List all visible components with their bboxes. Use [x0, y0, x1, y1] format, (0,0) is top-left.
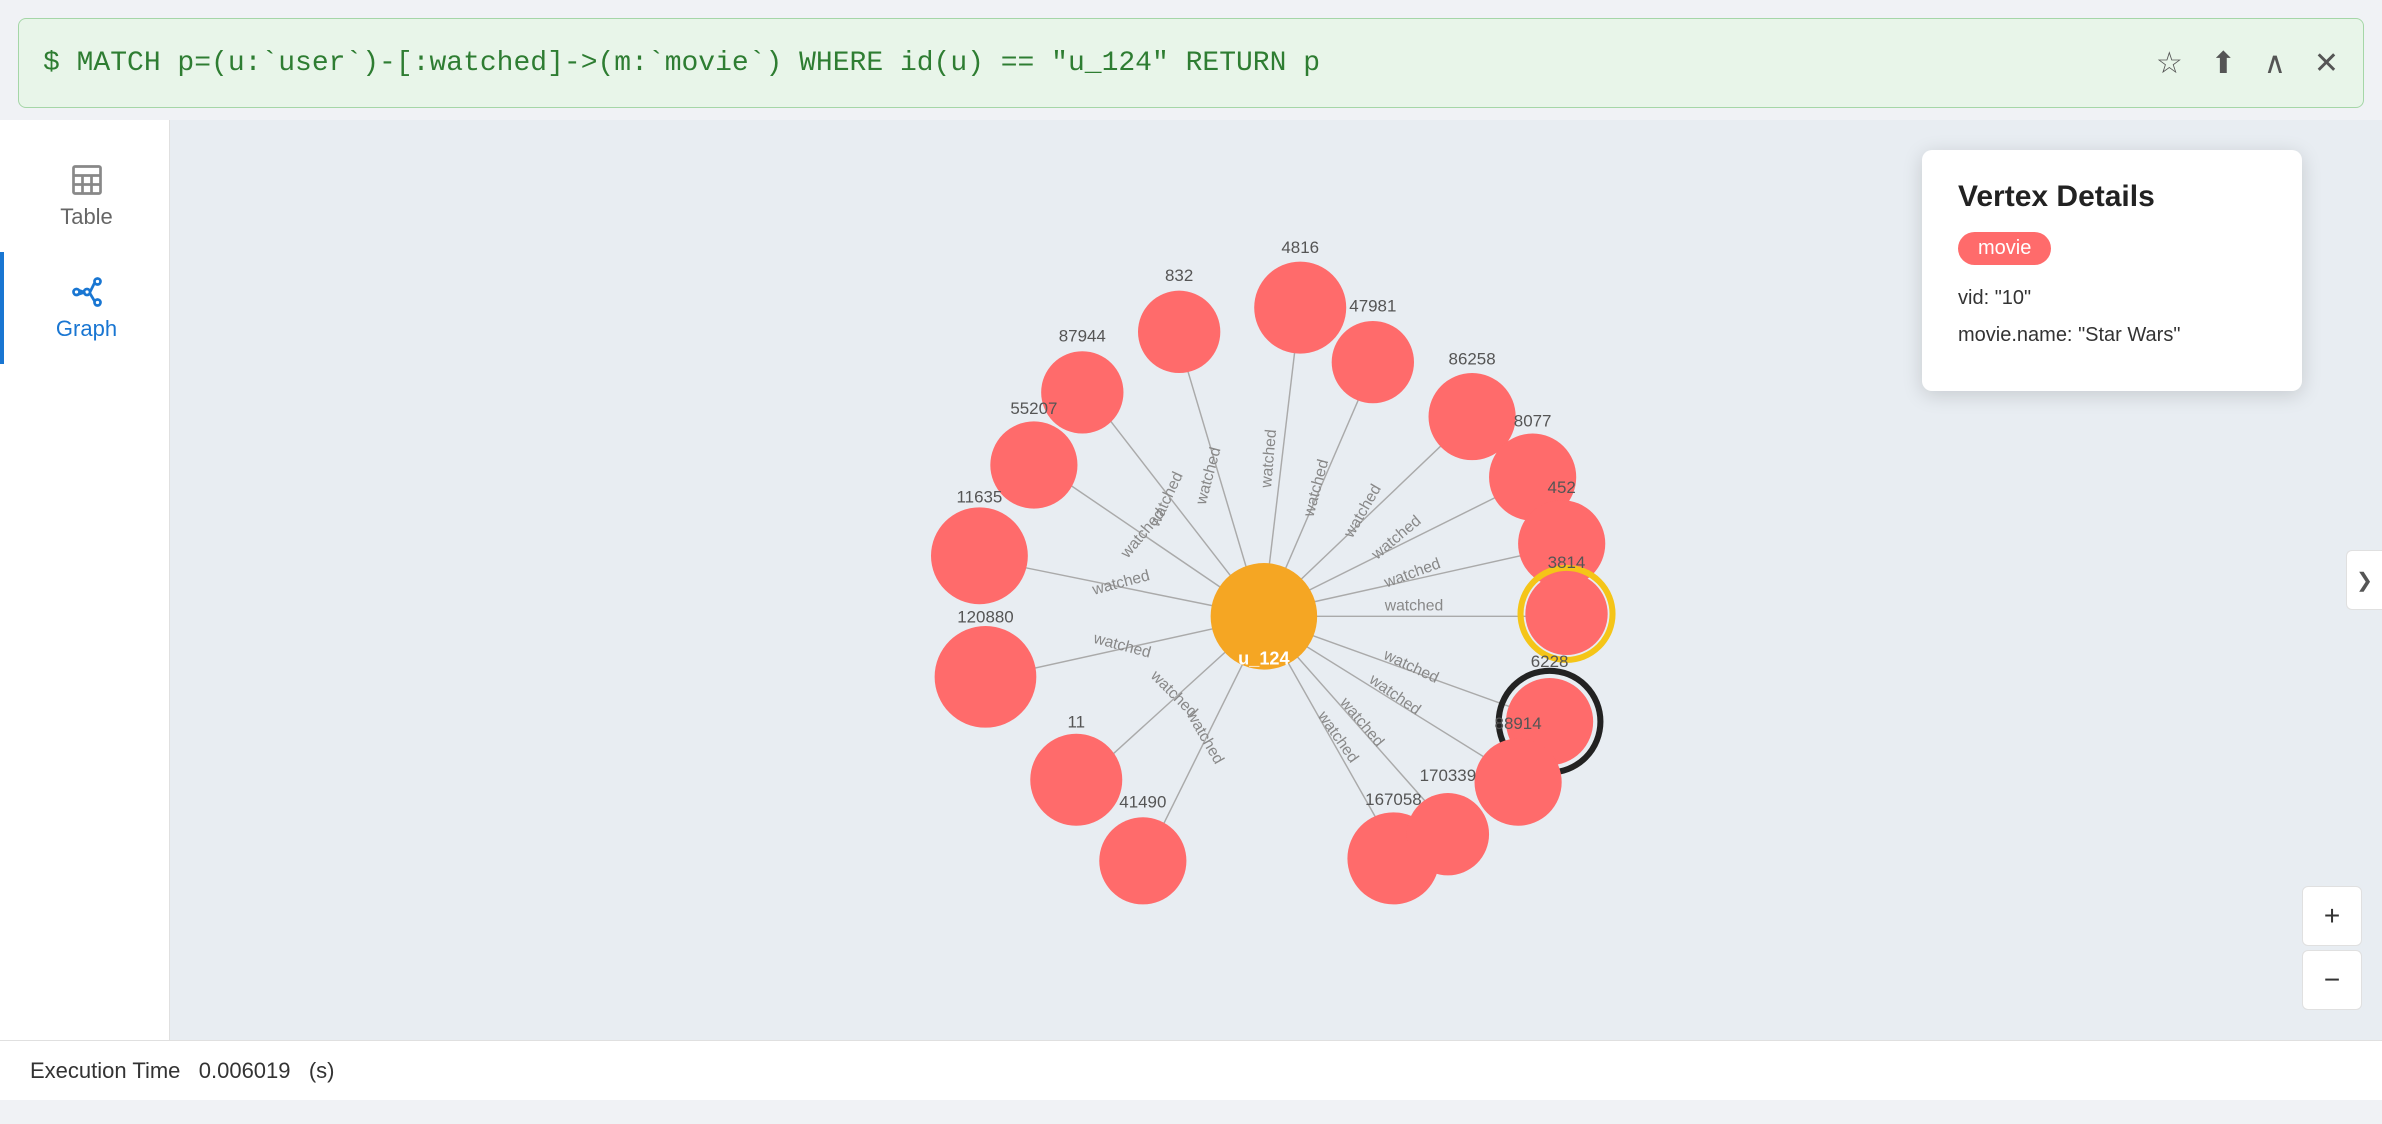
vertex-prop-vid: vid: "10" [1958, 287, 2266, 310]
svg-text:6228: 6228 [1531, 652, 1569, 671]
svg-text:832: 832 [1165, 266, 1193, 285]
close-icon[interactable]: ✕ [2314, 46, 2339, 81]
svg-text:170339: 170339 [1420, 766, 1477, 785]
graph-area[interactable]: watched watched watched watched watched … [170, 120, 2382, 1040]
prop-name-value: "Star Wars" [2078, 324, 2180, 346]
svg-text:41490: 41490 [1119, 793, 1166, 812]
svg-text:watched: watched [1340, 482, 1384, 542]
sidebar-item-graph[interactable]: Graph [0, 252, 169, 364]
svg-text:11635: 11635 [956, 488, 1002, 507]
svg-text:11: 11 [1067, 713, 1085, 732]
collapse-query-icon[interactable]: ∧ [2264, 46, 2286, 81]
svg-text:120880: 120880 [957, 607, 1014, 626]
svg-text:watched: watched [1300, 458, 1332, 520]
vertex-details-panel: Vertex Details movie vid: "10" movie.nam… [1922, 150, 2302, 391]
svg-text:3814: 3814 [1548, 553, 1586, 572]
vertex-prop-name: movie.name: "Star Wars" [1958, 324, 2266, 347]
query-text: $ MATCH p=(u:`user`)-[:watched]->(m:`mov… [43, 48, 1320, 79]
prop-vid-value: "10" [1995, 287, 2031, 309]
graph-label: Graph [56, 316, 117, 342]
zoom-in-button[interactable]: + [2302, 886, 2362, 946]
svg-text:167058: 167058 [1365, 790, 1422, 809]
svg-text:86258: 86258 [1449, 350, 1496, 369]
vertex-type-badge: movie [1958, 232, 2051, 265]
svg-text:watched: watched [1117, 506, 1168, 563]
query-bar: $ MATCH p=(u:`user`)-[:watched]->(m:`mov… [18, 18, 2364, 108]
svg-text:watched: watched [1091, 630, 1153, 662]
svg-text:4816: 4816 [1281, 238, 1319, 257]
svg-text:watched: watched [1182, 707, 1226, 767]
svg-text:88914: 88914 [1495, 714, 1542, 733]
svg-text:watched: watched [1384, 597, 1444, 614]
execution-time-label: Execution Time 0.006019 (s) [30, 1058, 335, 1084]
prop-name-key: movie.name: [1958, 324, 2078, 346]
prop-vid-key: vid: [1958, 287, 1995, 309]
svg-text:watched: watched [1381, 555, 1443, 591]
svg-text:8077: 8077 [1514, 411, 1552, 430]
sidebar-item-table[interactable]: Table [0, 140, 169, 252]
main-area: Table Graph [0, 120, 2382, 1040]
share-icon[interactable]: ⬆ [2211, 46, 2236, 81]
sidebar: Table Graph [0, 120, 170, 1040]
svg-text:55207: 55207 [1010, 399, 1057, 418]
zoom-out-button[interactable]: − [2302, 950, 2362, 1010]
vertex-details-title: Vertex Details [1958, 180, 2266, 214]
svg-text:87944: 87944 [1059, 327, 1106, 346]
bookmark-icon[interactable]: ☆ [2156, 46, 2183, 81]
zoom-controls: + − [2302, 886, 2362, 1010]
bottom-bar: Execution Time 0.006019 (s) [0, 1040, 2382, 1100]
collapse-panel-button[interactable]: ❯ [2346, 550, 2382, 610]
svg-text:watched: watched [1368, 512, 1425, 563]
svg-text:watched: watched [1258, 429, 1280, 490]
svg-text:47981: 47981 [1349, 296, 1396, 315]
svg-text:watched: watched [1090, 567, 1152, 599]
svg-text:u_124: u_124 [1238, 649, 1289, 669]
table-label: Table [60, 204, 113, 230]
svg-text:452: 452 [1548, 478, 1576, 497]
top-actions: ☆ ⬆ ∧ ✕ [2156, 46, 2339, 81]
